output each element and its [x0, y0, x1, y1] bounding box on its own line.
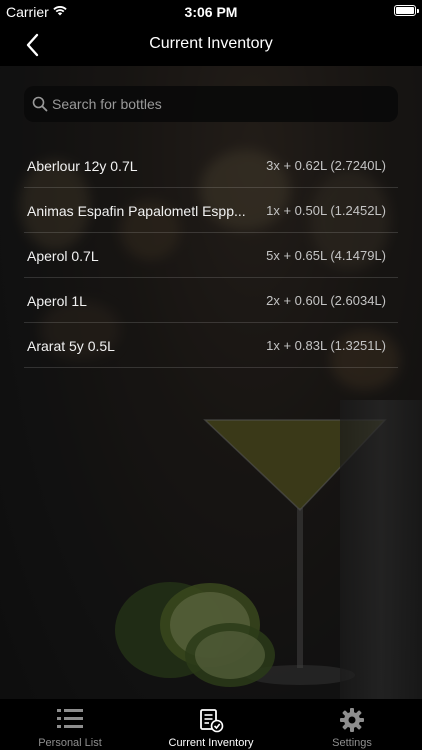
page-title: Current Inventory: [149, 35, 273, 52]
bottle-quantity: 1x + 0.50L (1.2452L): [266, 203, 386, 218]
bottle-name: Ararat 5y 0.5L: [27, 338, 115, 354]
bottle-quantity: 5x + 0.65L (4.1479L): [266, 248, 386, 263]
tab-current-inventory[interactable]: Current Inventory: [141, 699, 281, 750]
list-item[interactable]: Ararat 5y 0.5L 1x + 0.83L (1.3251L): [24, 323, 398, 368]
tab-label: Current Inventory: [168, 737, 254, 749]
search-input[interactable]: [52, 86, 382, 122]
tab-label: Personal List: [38, 737, 102, 749]
search-bar[interactable]: [24, 86, 398, 122]
bottle-quantity: 3x + 0.62L (2.7240L): [266, 158, 386, 173]
list-item[interactable]: Animas Espafin Papalometl Espp... 1x + 0…: [24, 188, 398, 233]
bottle-quantity: 1x + 0.83L (1.3251L): [266, 338, 386, 353]
bottle-quantity: 2x + 0.60L (2.6034L): [266, 293, 386, 308]
list-item[interactable]: Aperol 1L 2x + 0.60L (2.6034L): [24, 278, 398, 323]
list-item[interactable]: Aberlour 12y 0.7L 3x + 0.62L (2.7240L): [24, 143, 398, 188]
tab-personal-list[interactable]: Personal List: [0, 699, 140, 750]
clipboard-check-icon: [200, 709, 224, 733]
navigation-bar: Current Inventory: [0, 24, 422, 66]
tab-label: Settings: [332, 737, 372, 749]
search-icon: [32, 96, 48, 112]
inventory-list: Aberlour 12y 0.7L 3x + 0.62L (2.7240L) A…: [24, 143, 398, 368]
gear-icon: [340, 708, 364, 732]
tab-bar: Personal List Current Inventory Settings: [0, 699, 422, 750]
list-item[interactable]: Aperol 0.7L 5x + 0.65L (4.1479L): [24, 233, 398, 278]
battery-icon: [394, 5, 419, 16]
bottle-name: Aperol 1L: [27, 293, 87, 309]
list-icon: [57, 709, 83, 728]
bottle-name: Aberlour 12y 0.7L: [27, 158, 138, 174]
clock: 3:06 PM: [184, 4, 238, 20]
bottle-name: Animas Espafin Papalometl Espp...: [27, 203, 246, 219]
status-bar: Carrier 3:06 PM: [0, 0, 422, 24]
bottle-name: Aperol 0.7L: [27, 248, 99, 264]
tab-settings[interactable]: Settings: [282, 699, 422, 750]
